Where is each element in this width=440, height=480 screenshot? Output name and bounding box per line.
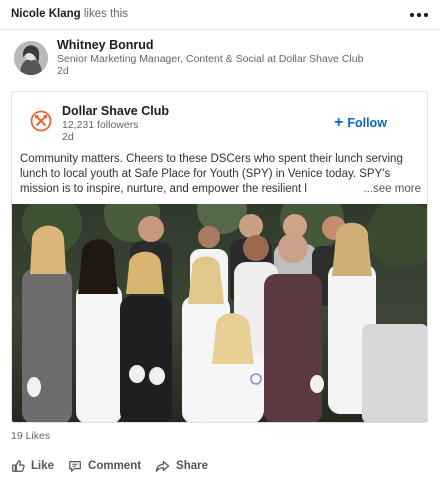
post-time: 2d: [57, 65, 69, 77]
more-icon[interactable]: [408, 3, 430, 23]
activity-text: Nicole Klang likes this: [11, 8, 128, 20]
avatar[interactable]: [14, 41, 48, 75]
likes-count[interactable]: 19 Likes: [11, 430, 50, 442]
like-button[interactable]: Like: [11, 459, 54, 473]
see-more-link[interactable]: ...see more: [361, 182, 421, 197]
action-bar: Like Comment Share: [11, 456, 222, 476]
shared-post-time: 2d: [62, 131, 74, 143]
activity-header: Nicole Klang likes this: [0, 0, 440, 30]
dollar-shave-club-logo[interactable]: [30, 110, 52, 132]
share-icon: [155, 461, 170, 472]
follow-button[interactable]: + Follow: [334, 114, 387, 132]
company-name[interactable]: Dollar Shave Club: [62, 104, 169, 118]
follow-label: Follow: [347, 116, 387, 130]
follower-count: 12,231 followers: [62, 119, 139, 131]
author-headline: Senior Marketing Manager, Content & Soci…: [57, 53, 364, 65]
group-photo[interactable]: [12, 204, 427, 422]
activity-action: likes this: [83, 8, 128, 20]
plus-icon: +: [334, 114, 344, 131]
like-icon: [12, 460, 25, 472]
shared-post-card: Dollar Shave Club 12,231 followers 2d + …: [11, 91, 428, 423]
comment-button[interactable]: Comment: [68, 459, 141, 473]
activity-actor[interactable]: Nicole Klang: [11, 8, 81, 20]
comment-icon: [69, 461, 81, 472]
share-button[interactable]: Share: [155, 459, 208, 473]
comment-label: Comment: [88, 460, 142, 472]
author-name[interactable]: Whitney Bonrud: [57, 38, 154, 52]
like-label: Like: [31, 460, 55, 472]
share-label: Share: [176, 460, 209, 472]
post-author: Whitney Bonrud Senior Marketing Manager,…: [0, 31, 440, 87]
